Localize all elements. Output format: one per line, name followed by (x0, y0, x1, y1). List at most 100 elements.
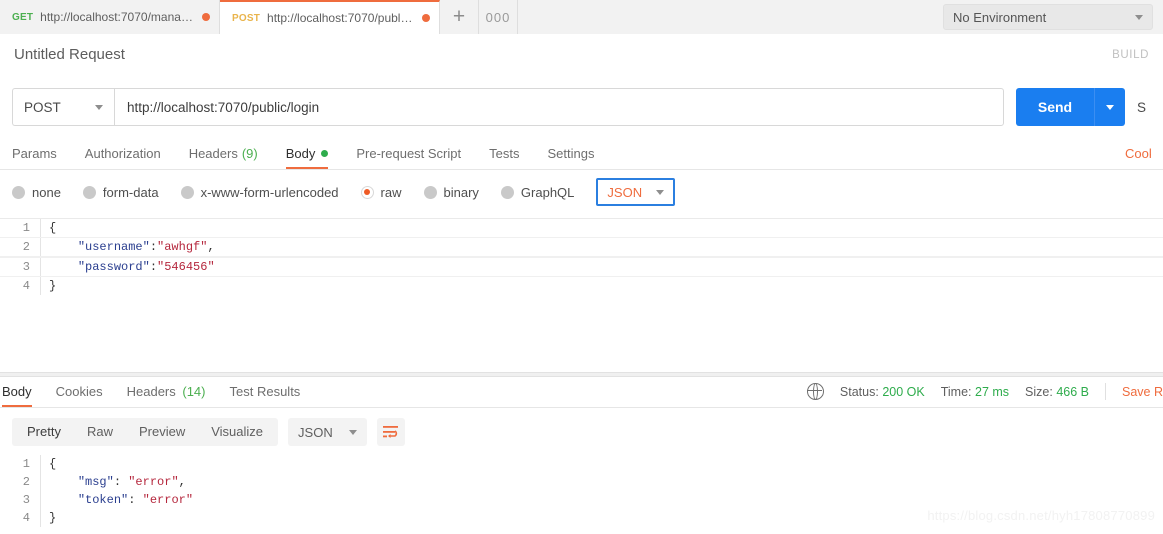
response-tabs-list: Body Cookies Headers (14) Test Results (0, 384, 324, 407)
tab-label: Authorization (84, 146, 161, 161)
request-tabs-list: Params Authorization Headers (9) Body Pr… (12, 146, 622, 169)
tab-label: Cookies (55, 384, 103, 399)
response-tab-cookies[interactable]: Cookies (56, 384, 103, 407)
request-tab-get[interactable]: GET http://localhost:7070/manage/... (0, 0, 220, 34)
tab-options-icon[interactable]: 000 (479, 0, 518, 34)
line-number: 3 (22, 493, 30, 507)
body-type-form-data[interactable]: form-data (82, 184, 159, 200)
body-type-label: form-data (102, 184, 159, 200)
view-pretty-button[interactable]: Pretty (14, 418, 74, 446)
response-meta: Status: 200 OK Time: 27 ms Size: 466 B S… (806, 382, 1163, 407)
code-brace: { (49, 221, 57, 235)
json-colon: : (128, 493, 143, 507)
body-type-none[interactable]: none (12, 185, 61, 200)
tab-headers[interactable]: Headers (9) (189, 146, 258, 169)
code-line: 2 "username":"awhgf", (0, 237, 1163, 257)
size-label: Size: (1025, 384, 1053, 399)
save-response-button[interactable]: Save R (1122, 385, 1163, 399)
json-key: "password" (77, 260, 150, 274)
json-key: "msg" (77, 475, 114, 489)
response-format-selector[interactable]: JSON (288, 418, 367, 446)
http-method-selector[interactable]: POST (12, 88, 114, 126)
new-tab-button[interactable]: + (440, 0, 479, 34)
headers-count: (9) (241, 146, 258, 161)
unsaved-indicator-icon (422, 14, 430, 22)
tab-strip: GET http://localhost:7070/manage/... POS… (0, 0, 1163, 35)
word-wrap-icon (382, 426, 398, 438)
line-number: 4 (22, 279, 30, 293)
request-title-bar: Untitled Request BUILD (0, 34, 1163, 75)
response-tab-body[interactable]: Body (2, 384, 32, 407)
line-number: 2 (22, 475, 30, 489)
body-type-binary[interactable]: binary (423, 185, 479, 200)
tab-params[interactable]: Params (12, 146, 57, 169)
view-preview-button[interactable]: Preview (126, 418, 198, 446)
headers-count: (14) (182, 384, 206, 399)
status-value: 200 OK (882, 384, 925, 399)
send-button[interactable]: Send (1016, 88, 1094, 126)
send-options-button[interactable] (1094, 88, 1125, 126)
tab-label: Pre-request Script (356, 146, 462, 161)
view-visualize-button[interactable]: Visualize (198, 418, 276, 446)
unsaved-indicator-icon (202, 13, 210, 21)
build-button[interactable]: BUILD (1112, 49, 1149, 61)
word-wrap-button[interactable] (376, 418, 405, 446)
url-input[interactable]: http://localhost:7070/public/login (114, 88, 1004, 126)
line-number: 1 (22, 457, 30, 471)
code-brace: } (49, 511, 57, 525)
tab-authorization[interactable]: Authorization (85, 146, 161, 169)
json-value: "error" (128, 475, 179, 489)
tab-label: Headers (188, 146, 238, 161)
line-number: 1 (22, 221, 30, 235)
postman-window: GET http://localhost:7070/manage/... POS… (0, 0, 1163, 534)
body-type-graphql[interactable]: GraphQL (500, 185, 574, 200)
radio-icon (500, 185, 514, 199)
status-label: Status: (839, 384, 879, 399)
radio-icon (423, 185, 437, 199)
size-badge: Size: 466 B (1025, 385, 1089, 399)
request-body-editor[interactable]: 1 { 2 "username":"awhgf", 3 "password":"… (0, 218, 1163, 373)
raw-format-selector[interactable]: JSON (596, 178, 676, 206)
tab-pre-request-script[interactable]: Pre-request Script (356, 146, 461, 169)
json-comma: , (207, 240, 215, 254)
body-type-raw[interactable]: raw (360, 185, 402, 200)
tab-body[interactable]: Body (285, 146, 329, 169)
watermark: https://blog.csdn.net/hyh17808770899 (927, 508, 1155, 523)
request-tabs: Params Authorization Headers (9) Body Pr… (0, 138, 1163, 170)
body-present-indicator-icon (321, 150, 329, 157)
code-line: 4 } (0, 277, 1163, 295)
size-value: 466 B (1056, 384, 1089, 399)
body-type-label: none (32, 184, 61, 200)
tab-label: Body (285, 146, 316, 161)
tab-label: Headers (126, 384, 176, 399)
response-tab-headers[interactable]: Headers (14) (127, 384, 206, 407)
chevron-down-icon (95, 104, 103, 110)
raw-format-label: JSON (607, 184, 643, 200)
json-value: "546456" (157, 260, 215, 274)
body-type-urlencoded[interactable]: x-www-form-urlencoded (180, 185, 339, 200)
json-key: "username" (77, 240, 150, 254)
cookies-link[interactable]: Cookies (1125, 146, 1151, 169)
tab-method-label: POST (232, 12, 261, 24)
json-value: "awhgf" (157, 240, 208, 254)
response-format-label: JSON (298, 424, 333, 440)
tab-tests[interactable]: Tests (489, 146, 519, 169)
code-brace: } (49, 279, 57, 293)
json-value: "error" (142, 493, 194, 507)
request-tab-post[interactable]: POST http://localhost:7070/public/lo... (220, 0, 440, 34)
response-view-toolbar: Pretty Raw Preview Visualize JSON (0, 412, 1163, 452)
response-tab-test-results[interactable]: Test Results (230, 384, 301, 407)
time-value: 27 ms (975, 384, 1010, 399)
view-raw-button[interactable]: Raw (74, 418, 126, 446)
body-type-options: none form-data x-www-form-urlencoded raw… (0, 172, 1163, 212)
network-globe-icon[interactable] (806, 382, 824, 400)
environment-selected-label: No Environment (953, 9, 1047, 25)
tab-url-label: http://localhost:7070/manage/... (40, 10, 195, 24)
save-button[interactable]: S (1137, 88, 1151, 126)
tab-label: Params (12, 146, 57, 161)
tab-settings[interactable]: Settings (547, 146, 594, 169)
tab-label: Tests (489, 146, 520, 161)
json-comma: , (178, 475, 186, 489)
code-line: 3 "token": "error" (0, 491, 1163, 509)
environment-selector[interactable]: No Environment (943, 4, 1153, 30)
